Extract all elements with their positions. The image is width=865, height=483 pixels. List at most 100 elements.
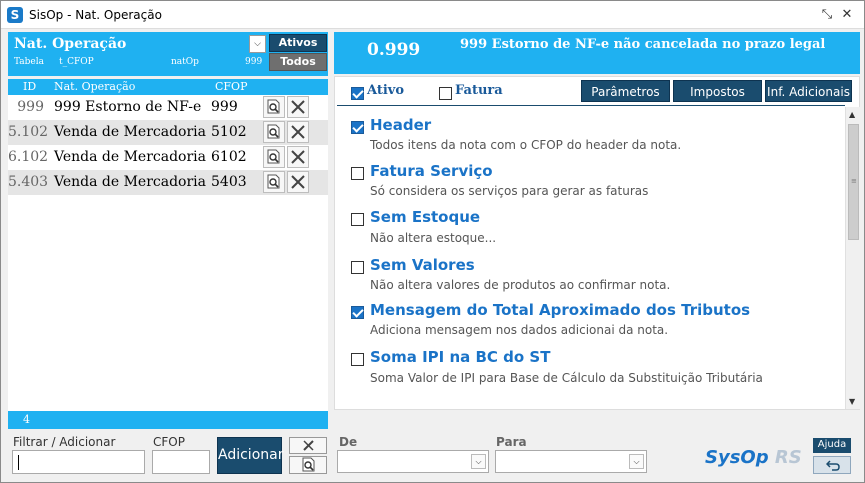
tools-icon[interactable] [289,437,327,454]
grid-header: ID Nat. Operação CFOP [8,79,328,95]
option-title: Sem Valores [370,256,475,274]
option-title: Header [370,116,432,134]
table-label: Tabela [14,57,45,67]
option-description: Adiciona mensagem nos dados adicionai da… [370,323,669,337]
tab-divider [337,105,845,106]
de-label: De [339,435,358,449]
ativo-checkbox[interactable] [351,87,364,100]
para-select[interactable]: ⌵ [495,450,647,473]
cfop-label: CFOP [153,435,185,449]
scrollbar-thumb[interactable]: ≡ [848,124,859,240]
para-label: Para [496,435,527,449]
row-name: Venda de Mercadoria [54,124,206,140]
app-icon: S [7,7,23,23]
de-select[interactable]: ⌵ [337,450,489,473]
field-count: 999 [245,57,263,67]
view-icon[interactable] [263,96,285,118]
row-name: Venda de Mercadoria [54,149,206,165]
close-icon[interactable]: ✕ [839,7,855,23]
sem-estoque-checkbox[interactable] [351,213,364,226]
left-title: Nat. Operação [14,36,127,52]
table-row[interactable]: 6.102 Venda de Mercadoria 6102 [8,145,328,170]
back-button[interactable] [813,456,851,474]
view-icon[interactable] [263,121,285,143]
undo-icon [826,460,840,471]
ativo-label: Ativo [367,83,405,98]
row-id: 5.403 [8,174,49,190]
row-name: Venda de Mercadoria [54,174,206,190]
brand-suffix: RS [774,447,802,468]
help-button[interactable]: Ajuda [813,438,851,453]
table-value: t_CFOP [59,57,94,67]
option-description: Só considera os serviços para gerar as f… [370,184,649,198]
tab-parametros[interactable]: Parâmetros [581,80,670,102]
chevron-down-icon[interactable]: ⌵ [471,454,486,469]
delete-icon[interactable] [287,171,309,193]
add-button[interactable]: Adicionar [217,437,283,474]
field-label: natOp [171,57,199,67]
column-header-name[interactable]: Nat. Operação [54,80,135,93]
option-title: Sem Estoque [370,208,481,226]
detail-code: 0.999 [367,40,421,60]
detail-body: Ativo Fatura Parâmetros Impostos Inf. Ad… [334,76,860,410]
app-window: S SisOp - Nat. Operação ⤡ ✕ Nat. Operaçã… [0,0,865,483]
tab-inf-adicionais[interactable]: Inf. Adicionais [765,80,852,102]
option-title: Mensagem do Total Aproximado dos Tributo… [370,301,751,319]
brand-logo: SysOp RS [705,447,802,468]
text-caret [18,455,19,470]
fatura-servico-checkbox[interactable] [351,167,364,180]
filter-label: Filtrar / Adicionar [13,435,116,449]
option-description: Todos itens da nota com o CFOP do header… [370,138,682,152]
detail-description: 999 Estorno de NF-e não cancelada no pra… [460,37,826,52]
option-description: Não altera estoque... [370,231,497,245]
view-icon[interactable] [263,171,285,193]
options-scrollbar[interactable]: ▲ ≡ ▼ [845,107,860,409]
row-id: 999 [17,99,44,115]
ativos-button[interactable]: Ativos [269,34,327,52]
cfop-input[interactable] [152,450,210,474]
header-checkbox[interactable] [351,121,364,134]
fatura-checkbox[interactable] [439,87,452,100]
window-title: SisOp - Nat. Operação [29,8,162,22]
row-cfop: 999 [211,99,238,115]
option-title: Fatura Serviço [370,162,493,180]
delete-icon[interactable] [287,121,309,143]
record-count: 4 [23,413,30,426]
row-id: 6.102 [8,149,49,165]
chevron-down-icon[interactable]: ⌵ [249,35,266,53]
grid-body: 999 999 Estorno de NF-e 999 5.102 Venda … [8,95,328,411]
left-header: Nat. Operação ⌵ Ativos Todos Tabela t_CF… [8,32,328,76]
column-header-cfop[interactable]: CFOP [215,80,247,93]
row-cfop: 5403 [211,174,247,190]
detail-header: 0.999 999 Estorno de NF-e não cancelada … [334,32,860,74]
delete-icon[interactable] [287,146,309,168]
row-name: 999 Estorno de NF-e [54,99,202,115]
mensagem-tributos-checkbox[interactable] [351,306,364,319]
title-bar: S SisOp - Nat. Operação ⤡ ✕ [1,1,864,29]
brand-name: SysOp [705,447,769,468]
scroll-down-icon[interactable]: ▼ [849,397,855,406]
row-cfop: 5102 [211,124,247,140]
scroll-up-icon[interactable]: ▲ [849,110,855,119]
record-count-bar: 4 [8,411,328,429]
row-cfop: 6102 [211,149,247,165]
todos-button[interactable]: Todos [269,53,327,71]
search-icon[interactable] [289,456,327,474]
tab-impostos[interactable]: Impostos [673,80,762,102]
sem-valores-checkbox[interactable] [351,261,364,274]
column-header-id[interactable]: ID [23,80,36,93]
filter-input[interactable] [12,450,145,474]
table-row[interactable]: 999 999 Estorno de NF-e 999 [8,95,328,120]
chevron-down-icon[interactable]: ⌵ [629,454,644,469]
restore-icon[interactable]: ⤡ [819,7,835,23]
option-description: Não altera valores de produtos ao confir… [370,278,671,292]
option-title: Soma IPI na BC do ST [370,348,551,366]
fatura-label: Fatura [455,83,503,98]
soma-ipi-checkbox[interactable] [351,353,364,366]
table-row[interactable]: 5.102 Venda de Mercadoria 5102 [8,120,328,145]
option-description: Soma Valor de IPI para Base de Cálculo d… [370,371,763,385]
view-icon[interactable] [263,146,285,168]
row-id: 5.102 [8,124,49,140]
table-row[interactable]: 5.403 Venda de Mercadoria 5403 [8,170,328,195]
delete-icon[interactable] [287,96,309,118]
